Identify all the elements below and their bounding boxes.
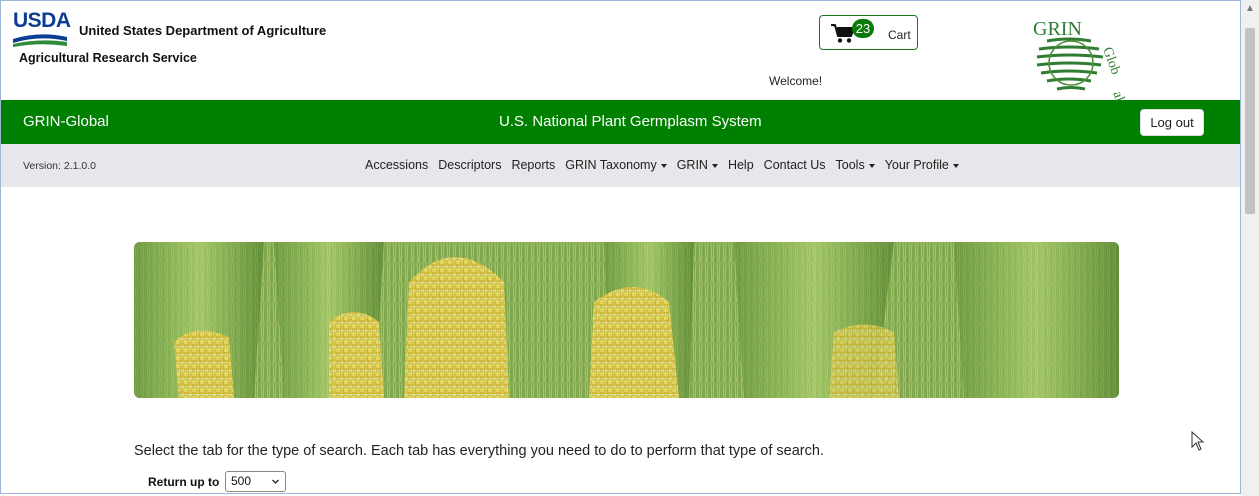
nav-your-profile-dropdown[interactable]: Your Profile [885, 158, 959, 172]
nav-descriptors[interactable]: Descriptors [438, 158, 501, 172]
mouse-pointer-icon [1191, 431, 1205, 451]
grin-logo-text: GRIN [1033, 18, 1082, 40]
corn-banner-image [134, 242, 1119, 398]
system-title: U.S. National Plant Germplasm System [499, 113, 762, 130]
site-header: USDA United States Department of Agricul… [1, 1, 1240, 101]
cart-label: Cart [888, 28, 911, 42]
agency-name: Agricultural Research Service [19, 51, 197, 65]
nav-grin-dropdown[interactable]: GRIN [677, 158, 718, 172]
caret-down-icon [952, 163, 959, 168]
scroll-up-arrow-icon[interactable]: ▲ [1241, 2, 1259, 16]
welcome-text: Welcome! [769, 74, 823, 88]
cart-button[interactable]: 23 Cart [819, 15, 918, 50]
svg-text:Glob: Glob [1099, 45, 1123, 76]
logout-button[interactable]: Log out [1140, 109, 1204, 136]
top-green-bar: GRIN-Global U.S. National Plant Germplas… [1, 100, 1240, 144]
scrollbar-thumb[interactable] [1245, 28, 1255, 214]
return-up-to-label: Return up to [148, 475, 220, 489]
nav-menu: Accessions Descriptors Reports GRIN Taxo… [365, 158, 969, 172]
usda-swoosh-icon [13, 34, 67, 47]
usda-logo[interactable]: USDA [13, 10, 71, 49]
return-count-select[interactable]: 500 [225, 471, 286, 492]
search-instructions: Select the tab for the type of search. E… [134, 443, 824, 459]
nav-grin-taxonomy-dropdown[interactable]: GRIN Taxonomy [565, 158, 667, 172]
browser-page: USDA United States Department of Agricul… [0, 0, 1241, 494]
usda-logo-text: USDA [13, 9, 71, 32]
caret-down-icon [660, 163, 667, 168]
vertical-scrollbar[interactable]: ▲ [1241, 0, 1259, 496]
department-name: United States Department of Agriculture [79, 23, 327, 38]
caret-down-icon [868, 163, 875, 168]
nav-help[interactable]: Help [728, 158, 754, 172]
chevron-down-icon [272, 479, 279, 484]
nav-accessions[interactable]: Accessions [365, 158, 428, 172]
grin-global-logo[interactable]: GRIN Glob al [1029, 9, 1125, 101]
nav-reports[interactable]: Reports [511, 158, 555, 172]
return-count-value: 500 [231, 474, 252, 488]
caret-down-icon [711, 163, 718, 168]
nav-contact-us[interactable]: Contact Us [764, 158, 826, 172]
brand-link[interactable]: GRIN-Global [23, 113, 109, 130]
main-navbar: Version: 2.1.0.0 Accessions Descriptors … [1, 144, 1240, 187]
nav-tools-dropdown[interactable]: Tools [836, 158, 875, 172]
cart-count-badge: 23 [852, 19, 874, 38]
version-label: Version: 2.1.0.0 [23, 160, 96, 172]
